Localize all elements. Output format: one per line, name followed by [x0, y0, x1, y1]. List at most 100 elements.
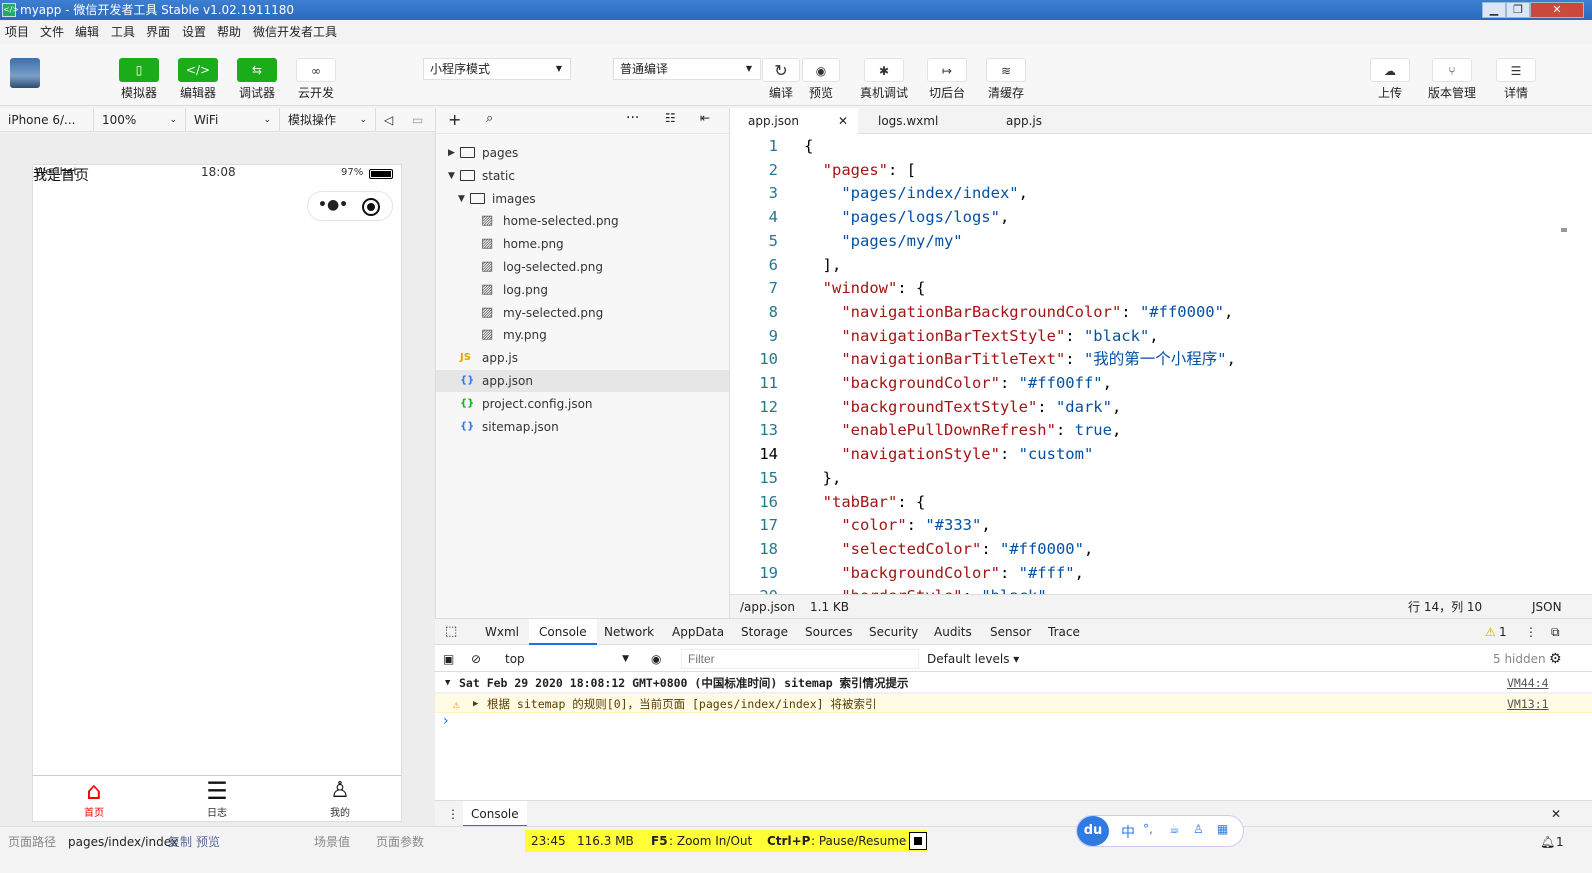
dt-tab-sources[interactable]: Sources	[805, 619, 852, 645]
gear-icon[interactable]: ⚙	[1549, 646, 1562, 672]
close-icon[interactable]: ✕	[838, 108, 848, 134]
restore-button[interactable]: ❐	[1506, 2, 1530, 18]
undock-icon[interactable]: ⧉	[1551, 619, 1560, 645]
minimize-button[interactable]: ▁	[1482, 2, 1506, 18]
eye-icon[interactable]: ◉	[651, 646, 661, 672]
preview-link[interactable]: 预览	[196, 827, 220, 857]
tree-item[interactable]: ▶ pages	[436, 142, 729, 164]
ime-lang-toggle[interactable]: 中	[1121, 822, 1135, 842]
dt-tab-console[interactable]: Console	[529, 619, 597, 645]
preview-button[interactable]: ◉	[802, 58, 840, 82]
console-filter-input[interactable]	[681, 649, 919, 669]
console-warning-row[interactable]: ⚠ ▶ 根据 sitemap 的规则[0]，当前页面 [pages/index/…	[435, 693, 1592, 713]
tree-item[interactable]: ▨ my.png	[436, 324, 729, 346]
console-group-row[interactable]: ▼ Sat Feb 29 2020 18:08:12 GMT+0800 (中国标…	[435, 673, 1592, 693]
menu-project[interactable]: 项目	[5, 20, 29, 44]
close-drawer-icon[interactable]: ✕	[1551, 801, 1561, 827]
cloud-dev-button[interactable]: ∞	[296, 58, 336, 82]
tree-item[interactable]: ▨ log-selected.png	[436, 256, 729, 278]
dt-tab-storage[interactable]: Storage	[741, 619, 788, 645]
tree-item[interactable]: {} app.json	[436, 370, 729, 392]
tree-item[interactable]: ▨ my-selected.png	[436, 302, 729, 324]
tab-app-json[interactable]: app.json ✕	[730, 108, 858, 134]
split-icon[interactable]: ⇤	[700, 111, 710, 125]
dt-more-icon[interactable]: ⋮	[1525, 619, 1537, 645]
tree-item[interactable]: ▨ home-selected.png	[436, 210, 729, 232]
dt-tab-audits[interactable]: Audits	[934, 619, 972, 645]
device-select[interactable]: iPhone 6/...	[0, 108, 94, 132]
ime-punct-toggle[interactable]: °,	[1143, 822, 1153, 836]
compile-select[interactable]: 普通编译 ▼	[613, 58, 761, 80]
tab-home[interactable]: ⌂ 首页	[71, 778, 117, 819]
tree-item[interactable]: ▼ static	[436, 165, 729, 187]
dt-tab-network[interactable]: Network	[604, 619, 654, 645]
upload-button[interactable]: ☁	[1370, 58, 1410, 82]
dt-tab-sensor[interactable]: Sensor	[990, 619, 1031, 645]
dt-tab-wxml[interactable]: Wxml	[485, 619, 519, 645]
close-window-button[interactable]: ✕	[1530, 2, 1584, 18]
dt-tab-security[interactable]: Security	[869, 619, 918, 645]
tree-item[interactable]: ▼ images	[436, 188, 729, 210]
dt-tab-appdata[interactable]: AppData	[672, 619, 724, 645]
log-levels-select[interactable]: Default levels ▾	[927, 646, 1019, 672]
tree-item[interactable]: {} sitemap.json	[436, 416, 729, 438]
scene-button[interactable]: 场景值	[314, 827, 350, 857]
editor-toggle-button[interactable]: </>	[178, 58, 218, 82]
simulator-toggle-button[interactable]: ▯	[119, 58, 159, 82]
ime-logo[interactable]: du	[1077, 816, 1109, 846]
ime-user-icon[interactable]: ♙	[1193, 822, 1204, 836]
tab-app-js[interactable]: app.js	[988, 108, 1116, 134]
tab-logs[interactable]: ☰ 日志	[194, 778, 240, 819]
drawer-tab-console[interactable]: Console	[463, 801, 527, 827]
mode-select[interactable]: 小程序模式 ▼	[423, 58, 571, 80]
tab-logs-wxml[interactable]: logs.wxml	[860, 108, 988, 134]
console-prompt[interactable]: ›	[443, 713, 449, 729]
version-button[interactable]: ⑂	[1432, 58, 1472, 82]
warning-count[interactable]: 1	[1499, 619, 1507, 645]
debugger-toggle-button[interactable]: ⇆	[237, 58, 277, 82]
tree-item[interactable]: {} project.config.json	[436, 393, 729, 415]
menu-tools[interactable]: 工具	[111, 20, 135, 44]
more-icon[interactable]: ···	[626, 110, 639, 126]
menu-view[interactable]: 界面	[146, 20, 170, 44]
close-capsule-icon[interactable]	[362, 198, 380, 216]
params-button[interactable]: 页面参数	[376, 827, 424, 857]
tab-me[interactable]: ♙ 我的	[317, 778, 363, 819]
zoom-select[interactable]: 100% ⌄	[94, 108, 186, 132]
tree-item[interactable]: ▨ home.png	[436, 233, 729, 255]
tree-item[interactable]: ▨ log.png	[436, 279, 729, 301]
notification-icon[interactable]: 🔔︎	[1540, 827, 1555, 857]
caret-right-icon[interactable]: ▶	[448, 142, 455, 164]
sidebar-toggle-icon[interactable]: ▣	[443, 646, 454, 672]
menu-help[interactable]: 帮助	[217, 20, 241, 44]
console-warning-source[interactable]: VM13:1	[1507, 694, 1549, 714]
context-select[interactable]: top ▼	[499, 649, 635, 669]
ime-cup-icon[interactable]: ☕︎	[1169, 822, 1180, 836]
inspect-icon[interactable]: ⬚	[445, 619, 457, 645]
menu-file[interactable]: 文件	[40, 20, 64, 44]
search-icon[interactable]: ⌕	[486, 111, 493, 126]
ops-select[interactable]: 模拟操作 ⌄	[280, 108, 376, 132]
drawer-menu-icon[interactable]: ⋮	[447, 801, 459, 827]
compile-button[interactable]: ↻	[762, 58, 800, 82]
scrollbar-marker[interactable]	[1561, 228, 1567, 232]
language-mode[interactable]: JSON	[1532, 595, 1562, 619]
copy-link[interactable]: 复制	[168, 827, 192, 857]
network-select[interactable]: WiFi ⌄	[186, 108, 280, 132]
clear-console-icon[interactable]: ⊘	[471, 646, 481, 672]
menu-wechat-devtools[interactable]: 微信开发者工具	[253, 20, 337, 44]
collapse-icon[interactable]: ☷	[665, 111, 676, 125]
clear-cache-button[interactable]: ≋	[986, 58, 1026, 82]
mute-icon[interactable]: ◁	[376, 108, 404, 132]
remote-debug-button[interactable]: ✱	[864, 58, 904, 82]
add-icon[interactable]: +	[448, 110, 461, 129]
dt-tab-trace[interactable]: Trace	[1048, 619, 1080, 645]
more-dots-icon[interactable]: •●•	[318, 197, 348, 213]
menu-settings[interactable]: 设置	[182, 20, 206, 44]
caret-down-icon[interactable]: ▼	[458, 188, 465, 210]
ime-grid-icon[interactable]: ▦	[1217, 822, 1228, 836]
switch-background-button[interactable]: ↦	[927, 58, 967, 82]
window-mode-icon[interactable]: ▭	[404, 108, 434, 132]
menu-edit[interactable]: 编辑	[75, 20, 99, 44]
user-avatar[interactable]	[10, 58, 40, 88]
